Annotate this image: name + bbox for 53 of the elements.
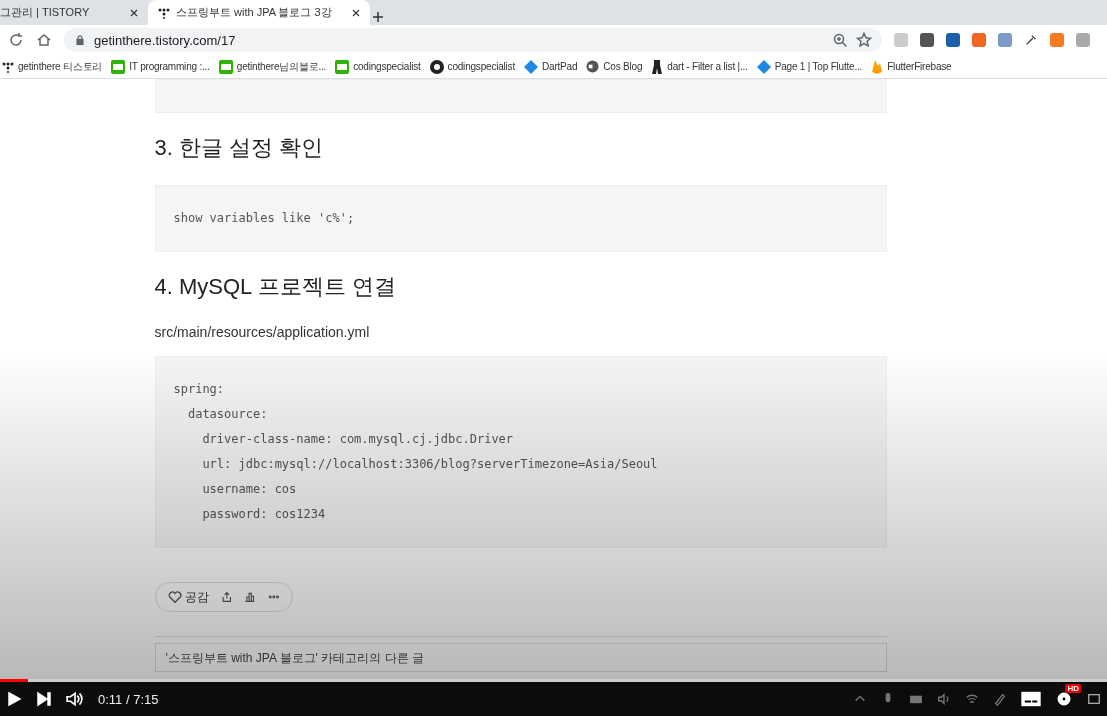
wifi-icon[interactable]: [965, 692, 979, 706]
heart-icon[interactable]: [167, 590, 182, 604]
blog-icon: [218, 59, 233, 74]
related-posts-title: '스프링부트 with JPA 블로그' 카테고리의 다른 글: [154, 643, 887, 672]
browser-tab[interactable]: 스프링부트 with JPA 블로그 3강: [148, 0, 370, 25]
bookmark[interactable]: FlutterFirebase: [871, 59, 952, 74]
figure-icon: [651, 59, 664, 74]
miniplayer-icon[interactable]: [1087, 692, 1101, 706]
speaker-icon[interactable]: [937, 692, 951, 706]
bookmark[interactable]: codingspecialist: [429, 59, 515, 74]
flame-icon: [871, 59, 884, 74]
progress-track[interactable]: [0, 679, 1107, 682]
lock-icon[interactable]: [74, 34, 86, 46]
code-block: spring: datasource: driver-class-name: com.mysql.cj.jdbc.Driver url: jdbc:mysql://localhost:3306/blog?serverTimezone=Asia/Seoul username: cos password: cos1234: [154, 356, 887, 548]
blog-icon: [335, 59, 350, 74]
bookmark[interactable]: getinthere님의블로...: [218, 59, 327, 74]
chart-icon[interactable]: [244, 590, 256, 604]
reload-icon[interactable]: [8, 32, 24, 48]
browser-tab[interactable]: 그관리 | TISTORY: [0, 0, 148, 25]
volume-icon[interactable]: [66, 690, 84, 708]
video-time: 0:11 / 7:15: [98, 691, 160, 707]
subtitles-icon[interactable]: [1021, 689, 1041, 709]
play-icon[interactable]: [6, 691, 22, 707]
like-button[interactable]: 공감: [167, 588, 209, 606]
bookmark[interactable]: Cos Blog: [586, 60, 643, 73]
share-icon[interactable]: [220, 590, 233, 604]
plus-icon[interactable]: [370, 9, 386, 25]
home-icon[interactable]: [36, 32, 52, 48]
dots-icon: [158, 6, 170, 19]
extension-icon[interactable]: [920, 33, 934, 47]
dots-icon: [2, 60, 14, 73]
bookmark[interactable]: IT programming :...: [111, 59, 210, 74]
diamond-icon: [524, 59, 538, 74]
extension-icon[interactable]: [946, 33, 960, 47]
address-bar[interactable]: getinthere.tistory.com/17: [64, 28, 882, 52]
blog-icon: [111, 59, 126, 74]
next-icon[interactable]: [36, 691, 52, 707]
pen-icon[interactable]: [993, 692, 1007, 706]
bookmark[interactable]: Page 1 | Top Flutte...: [756, 59, 863, 74]
bookmark[interactable]: codingspecialist: [335, 59, 421, 74]
settings-icon[interactable]: [1055, 690, 1073, 708]
diamond-icon: [756, 59, 771, 74]
zoom-icon[interactable]: [832, 32, 848, 48]
bookmark[interactable]: dart - Filter a list |...: [651, 59, 748, 74]
hd-badge: HD: [1065, 684, 1081, 693]
eyedropper-icon[interactable]: [1024, 33, 1038, 47]
bookmark[interactable]: DartPad: [524, 59, 578, 74]
file-path: src/main/resources/application.yml: [154, 324, 371, 340]
section-heading: 3. 한글 설정 확인: [154, 134, 325, 162]
section-heading: 4. MySQL 프로젝트 연결: [154, 273, 397, 301]
code-block: show variables like 'c%';: [154, 185, 887, 252]
star-icon[interactable]: [856, 32, 872, 48]
bookmark[interactable]: getinthere 티스토리: [2, 59, 103, 74]
